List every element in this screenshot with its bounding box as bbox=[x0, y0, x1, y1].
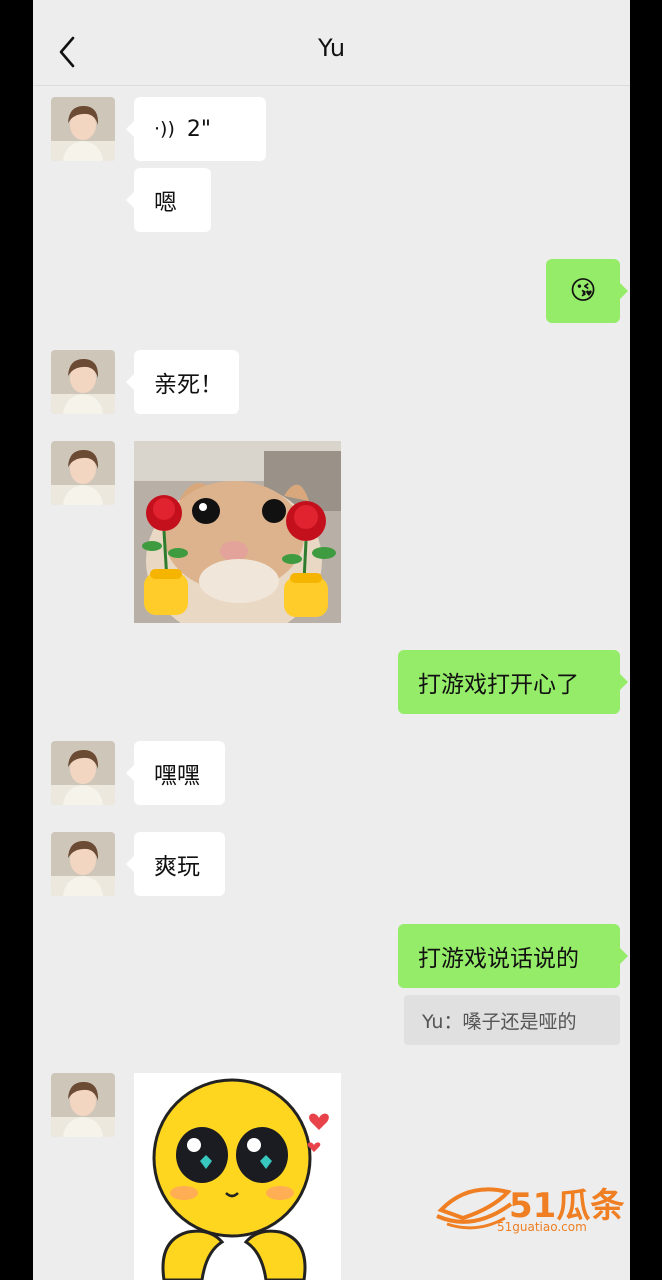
message-bubble-out[interactable]: 打游戏说话说的 bbox=[398, 924, 628, 988]
message-text: 打游戏说话说的 bbox=[418, 946, 579, 972]
voice-duration: 2" bbox=[186, 116, 211, 142]
nav-bar: Yu bbox=[33, 0, 630, 86]
message-text: 亲死！ bbox=[154, 372, 223, 398]
message-text: 打游戏打开心了 bbox=[418, 672, 579, 698]
cute-face-sticker[interactable] bbox=[134, 1073, 341, 1280]
avatar[interactable] bbox=[51, 350, 115, 414]
quoted-reply[interactable]: Yu：嗓子还是哑的 bbox=[404, 995, 620, 1045]
watermark-url: 51guatiao.com bbox=[497, 1220, 587, 1234]
site-watermark: 51瓜条 51guatiao.com bbox=[433, 1172, 643, 1242]
cat-rose-sticker[interactable] bbox=[134, 441, 341, 623]
avatar[interactable] bbox=[51, 441, 115, 505]
message-text: 嗯 bbox=[154, 190, 177, 216]
message-bubble-in[interactable]: 亲死！ bbox=[126, 350, 239, 414]
message-text: 嘿嘿 bbox=[154, 763, 200, 789]
message-bubble-out[interactable]: 😘 bbox=[546, 259, 628, 323]
avatar[interactable] bbox=[51, 741, 115, 805]
avatar[interactable] bbox=[51, 832, 115, 896]
message-text: 爽玩 bbox=[154, 854, 200, 880]
voice-wave-icon: ·)) bbox=[154, 118, 175, 140]
avatar[interactable] bbox=[51, 1073, 115, 1137]
avatar[interactable] bbox=[51, 97, 115, 161]
chat-screen: Yu ·)) 2" 嗯 😘 亲死！ 打游戏打开心了 嘿嘿 爽玩 打游戏说话说的 … bbox=[33, 0, 630, 1280]
message-bubble-out[interactable]: 打游戏打开心了 bbox=[398, 650, 628, 714]
kissing-emoji-icon: 😘 bbox=[569, 276, 597, 306]
voice-message-bubble[interactable]: ·)) 2" bbox=[126, 97, 266, 161]
message-bubble-in[interactable]: 嘿嘿 bbox=[126, 741, 225, 805]
quote-text: Yu：嗓子还是哑的 bbox=[422, 1010, 577, 1033]
message-bubble-in[interactable]: 爽玩 bbox=[126, 832, 225, 896]
chat-title: Yu bbox=[317, 34, 346, 62]
message-bubble-in[interactable]: 嗯 bbox=[126, 168, 211, 232]
